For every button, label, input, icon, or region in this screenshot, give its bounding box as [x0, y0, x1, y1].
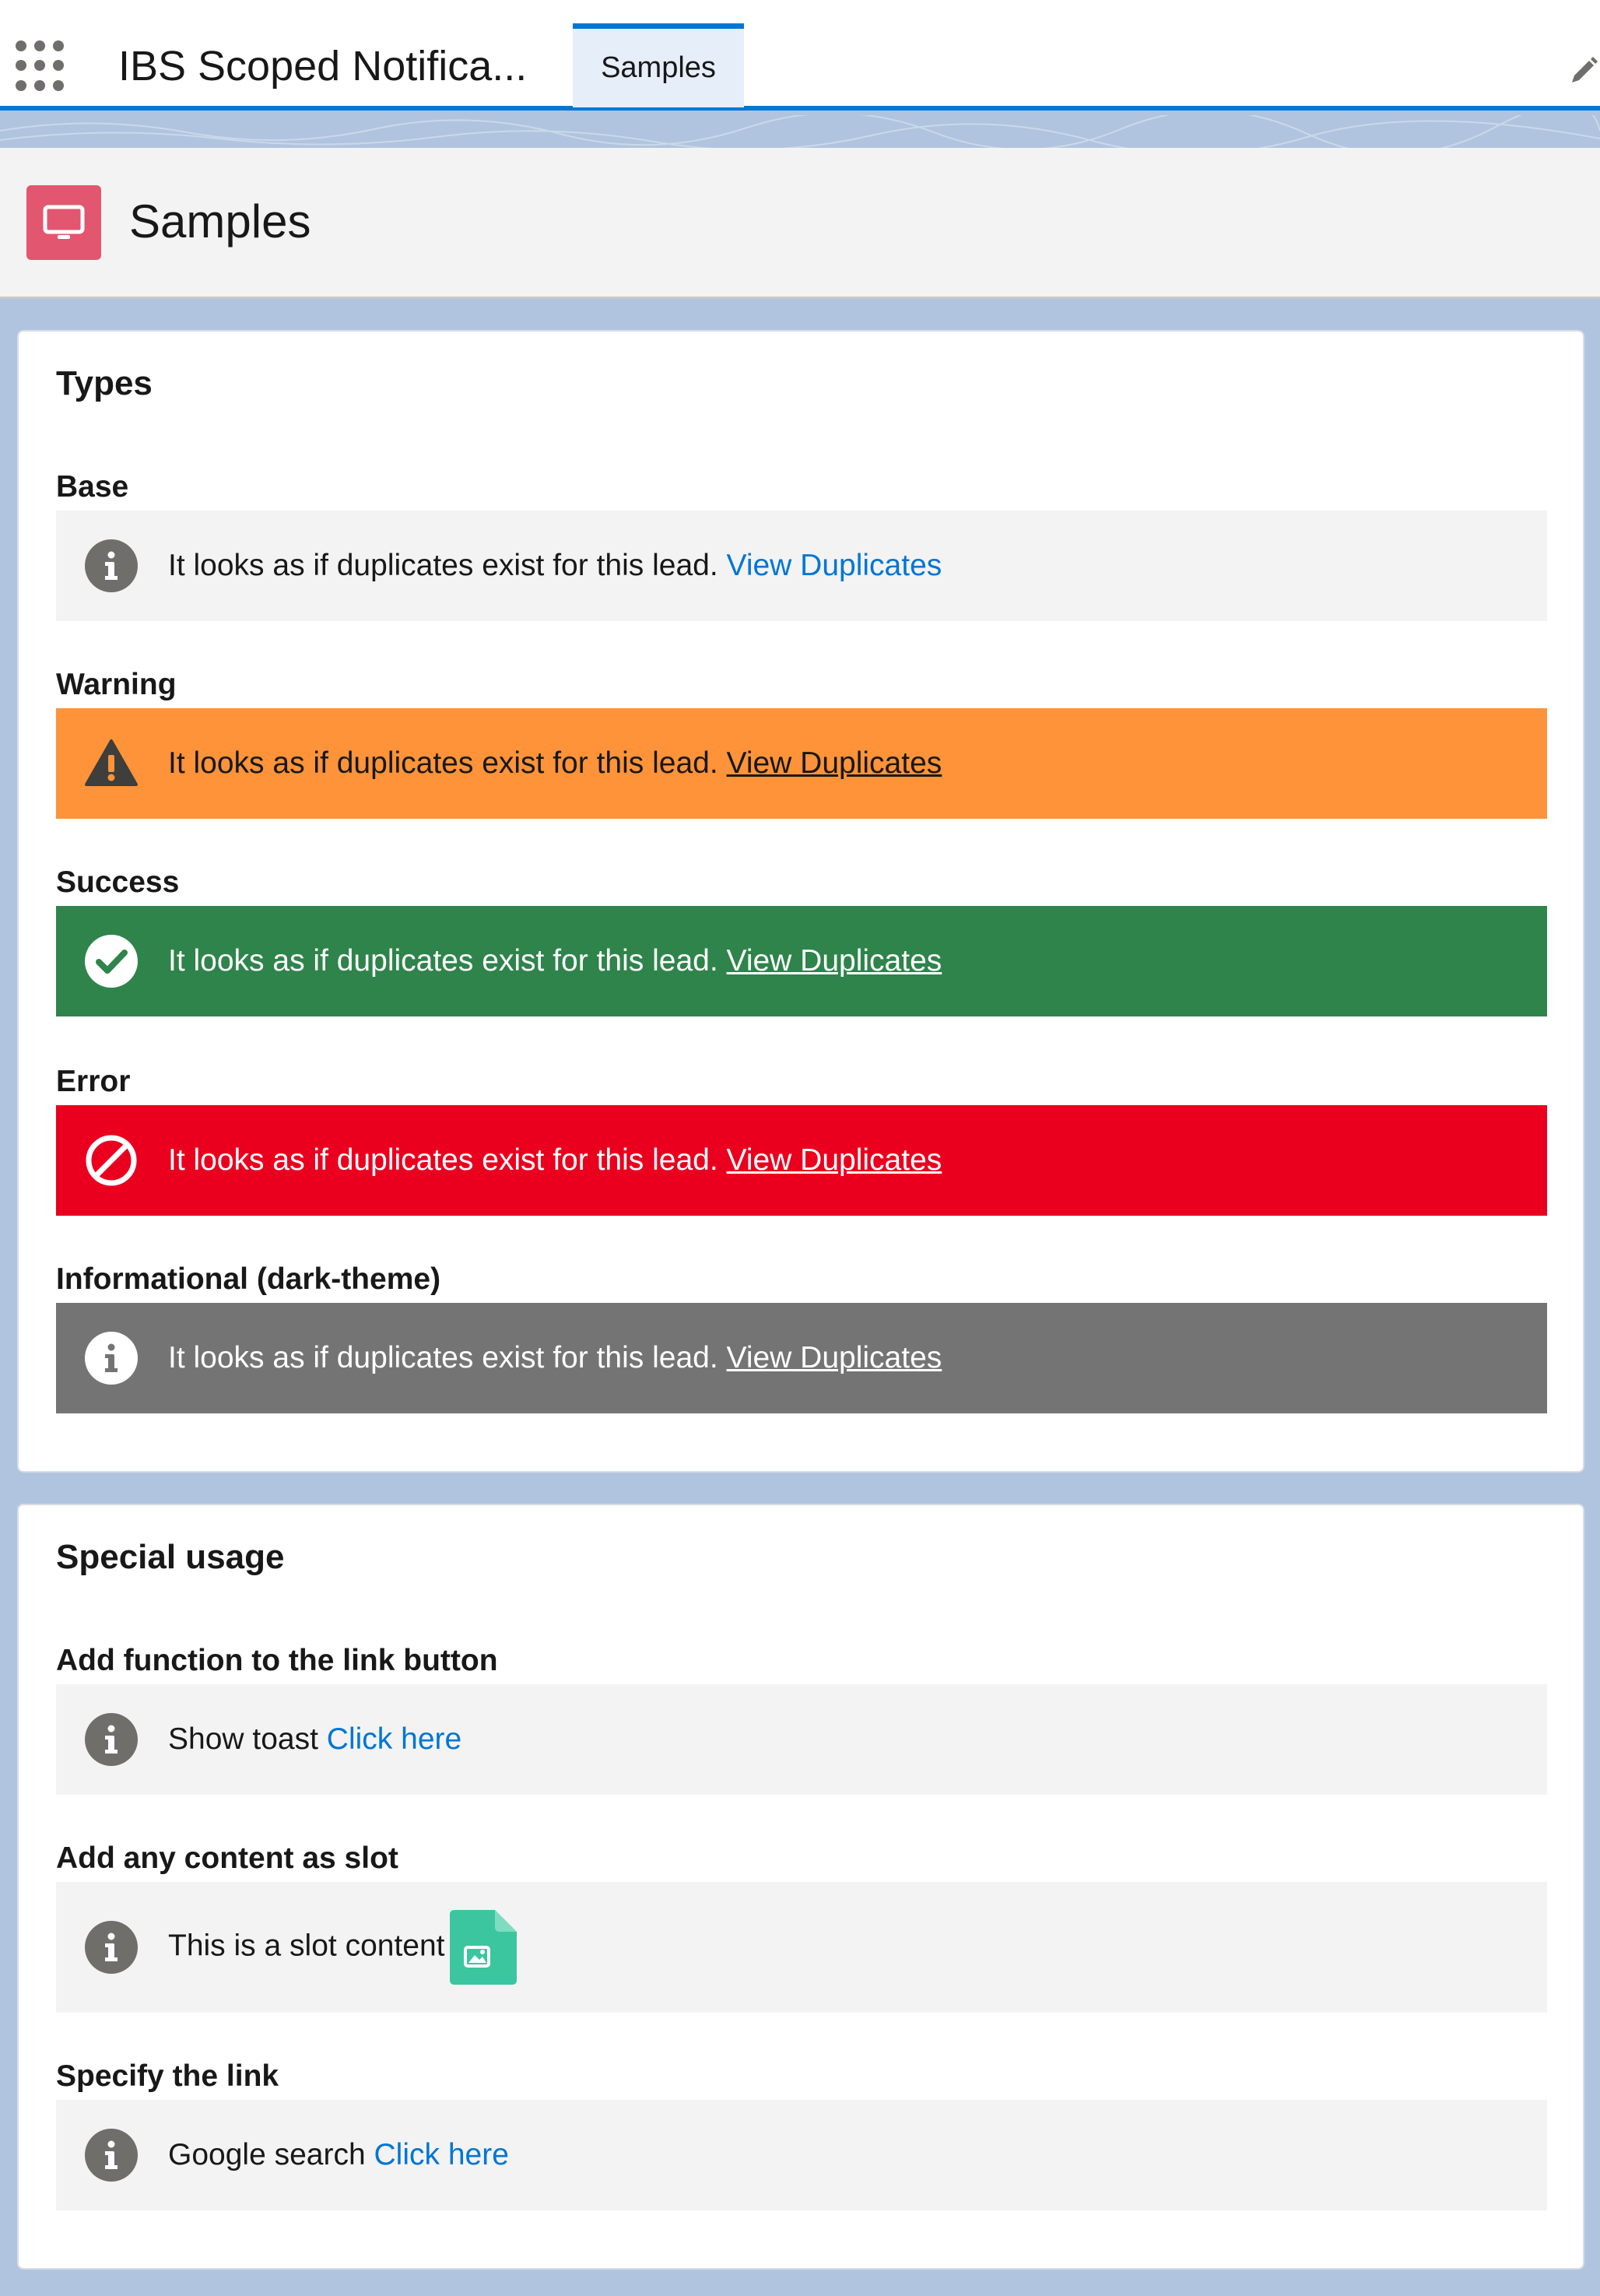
tab-samples[interactable]: Samples — [573, 23, 744, 107]
notification-message: It looks as if duplicates exist for this… — [168, 746, 718, 780]
view-duplicates-link[interactable]: View Duplicates — [727, 1143, 942, 1177]
image-file-icon — [449, 1910, 517, 1985]
error-ban-icon — [84, 1133, 139, 1188]
app-launcher-icon[interactable] — [16, 40, 67, 92]
view-duplicates-link[interactable]: View Duplicates — [727, 746, 942, 780]
info-icon — [84, 1331, 139, 1385]
notification-message: Google search — [168, 2138, 366, 2171]
section-label-error: Error — [56, 1065, 131, 1098]
notification-message: This is a slot content — [168, 1929, 445, 1963]
special-usage-card: Special usage Add function to the link b… — [17, 1504, 1584, 2270]
notification-message: It looks as if duplicates exist for this… — [168, 944, 718, 978]
notification-success: It looks as if duplicates exist for this… — [56, 906, 1547, 1016]
view-duplicates-link[interactable]: View Duplicates — [727, 944, 942, 978]
info-icon — [84, 1920, 139, 1975]
section-label-slot: Add any content as slot — [56, 1841, 398, 1875]
global-nav: IBS Scoped Notifica... Samples — [0, 0, 1600, 111]
card-title: Types — [56, 364, 153, 402]
section-label-link-function: Add function to the link button — [56, 1644, 498, 1677]
info-icon — [84, 539, 139, 593]
click-here-link[interactable]: Click here — [327, 1722, 461, 1756]
card-title: Special usage — [56, 1538, 285, 1576]
notification-base: It looks as if duplicates exist for this… — [56, 511, 1547, 621]
notification-message: It looks as if duplicates exist for this… — [168, 1341, 718, 1374]
notification-slot: This is a slot content — [56, 1882, 1547, 2013]
section-label-specify-link: Specify the link — [56, 2059, 279, 2093]
notification-specify-link: Google search Click here — [56, 2100, 1547, 2210]
notification-info-dark: It looks as if duplicates exist for this… — [56, 1303, 1547, 1413]
section-label-success: Success — [56, 865, 180, 899]
page-header: Samples — [0, 148, 1600, 299]
section-label-info-dark: Informational (dark-theme) — [56, 1262, 441, 1296]
notification-error: It looks as if duplicates exist for this… — [56, 1105, 1547, 1216]
warning-icon — [84, 736, 139, 791]
notification-message: It looks as if duplicates exist for this… — [168, 549, 718, 582]
success-check-icon — [84, 934, 139, 988]
edit-nav-pencil-icon[interactable] — [1567, 54, 1600, 87]
types-card: Types Base It looks as if duplicates exi… — [17, 330, 1584, 1473]
notification-warning: It looks as if duplicates exist for this… — [56, 708, 1547, 819]
header-band — [0, 103, 1600, 156]
info-icon — [84, 2128, 139, 2182]
notification-message: Show toast — [168, 1722, 318, 1756]
app-name: IBS Scoped Notifica... — [118, 43, 528, 90]
click-here-link[interactable]: Click here — [374, 2138, 509, 2171]
page-title: Samples — [129, 195, 311, 248]
section-label-warning: Warning — [56, 668, 177, 701]
monitor-icon — [26, 185, 101, 260]
notification-message: It looks as if duplicates exist for this… — [168, 1143, 718, 1177]
view-duplicates-link[interactable]: View Duplicates — [727, 1341, 942, 1374]
notification-link-function: Show toast Click here — [56, 1684, 1547, 1795]
view-duplicates-link[interactable]: View Duplicates — [727, 549, 942, 582]
section-label-base: Base — [56, 470, 129, 504]
info-icon — [84, 1712, 139, 1767]
